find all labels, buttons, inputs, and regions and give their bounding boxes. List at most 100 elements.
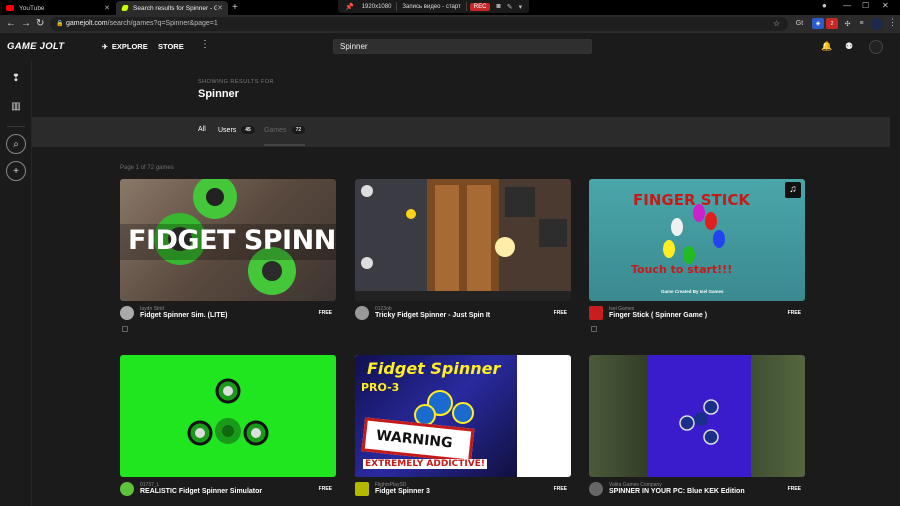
game-thumbnail[interactable]: FINGER STICK Touch to start!!! Game Crea… xyxy=(589,179,805,301)
back-icon[interactable]: ← xyxy=(6,17,16,31)
game-meta: Valira Games Company SPINNER IN YOUR PC:… xyxy=(589,482,805,506)
activity-feed-icon[interactable]: ❢ xyxy=(8,70,24,86)
divider xyxy=(465,2,467,11)
developer-avatar[interactable] xyxy=(120,306,134,320)
windows-platform-icon xyxy=(591,326,597,332)
media-icon[interactable]: ≡ xyxy=(856,18,867,29)
price-badge: FREE xyxy=(787,486,801,492)
game-title[interactable]: Tricky Fidget Spinner - Just Spin It xyxy=(375,312,490,319)
game-title[interactable]: REALISTIC Fidget Spinner Simulator xyxy=(140,488,262,495)
recorder-title: Запись видео - старт xyxy=(402,3,461,10)
developer-avatar[interactable] xyxy=(355,306,369,320)
game-thumbnail[interactable] xyxy=(355,179,571,301)
price-badge: FREE xyxy=(553,486,567,492)
warning-subtext: EXTREMELY ADDICTIVE! xyxy=(363,459,487,469)
search-header: SHOWING RESULTS FOR Spinner xyxy=(32,60,890,117)
page-scrollbar[interactable] xyxy=(890,60,900,506)
compass-icon: ✈ xyxy=(102,43,108,51)
result-type-tabs: All Users 45 Games 72 xyxy=(32,117,890,147)
rec-button[interactable]: REC xyxy=(469,2,491,11)
maximize-icon[interactable]: ☐ xyxy=(862,1,869,10)
pin-icon[interactable]: 📌 xyxy=(342,3,357,11)
blue-spinner-image xyxy=(679,399,719,445)
game-thumbnail[interactable]: Fidget Spinner PRO-3 WARNING EXTREMELY A… xyxy=(355,355,571,477)
developer-avatar[interactable] xyxy=(589,306,603,320)
results-content: Page 1 of 72 games FIDGET SPINNER Iaydn … xyxy=(32,147,890,506)
new-tab-button[interactable]: + xyxy=(232,1,238,14)
fidget-spinner-image xyxy=(187,378,269,446)
game-meta: 0123ob Tricky Fidget Spinner - Just Spin… xyxy=(355,306,571,336)
left-sidebar: ❢ ▥ ⌕ + xyxy=(0,60,32,506)
developer-avatar[interactable] xyxy=(589,482,603,496)
game-title[interactable]: Finger Stick ( Spinner Game ) xyxy=(609,312,707,319)
reload-icon[interactable]: ↻ xyxy=(36,17,44,31)
showing-results-label: SHOWING RESULTS FOR xyxy=(198,79,275,85)
close-tab-icon[interactable]: ✕ xyxy=(104,4,110,12)
user-avatar[interactable] xyxy=(869,40,883,54)
forward-icon[interactable]: → xyxy=(21,17,31,31)
windows-platform-icon xyxy=(122,326,128,332)
search-input[interactable]: Spinner xyxy=(333,39,592,54)
camera-icon[interactable]: ◙ xyxy=(493,3,503,10)
game-meta: Iaydn Strid Fidget Spinner Sim. (LITE) F… xyxy=(120,306,336,336)
tab-label: Users xyxy=(218,126,237,134)
lock-icon[interactable]: 🔒 xyxy=(56,17,63,31)
tab-users[interactable]: Users 45 xyxy=(218,126,255,134)
gamejolt-logo[interactable]: GAME JOLT xyxy=(7,41,64,52)
game-thumbnail[interactable]: FIDGET SPINNER xyxy=(120,179,336,301)
warning-text: WARNING xyxy=(375,427,454,452)
tab-title: Search results for Spinner - Gam xyxy=(133,4,218,12)
music-note-icon: ♫ xyxy=(785,182,801,198)
url-field[interactable]: 🔒 gamejolt.com/search/games?q=Spinner&pa… xyxy=(50,17,788,31)
add-icon[interactable]: + xyxy=(6,161,26,181)
pencil-icon[interactable]: ✎ xyxy=(504,3,516,11)
puzzle-extensions-icon[interactable]: ✣ xyxy=(842,18,853,29)
thumbnail-subtitle: Touch to start!!! xyxy=(631,263,733,276)
profile-avatar[interactable] xyxy=(871,18,883,30)
recording-indicator-icon: ● xyxy=(822,1,827,10)
game-screenshot-image xyxy=(355,179,571,301)
red-extension-icon[interactable]: 2 xyxy=(826,18,838,29)
thumbnail-title: FIDGET SPINNER xyxy=(128,225,336,256)
extension-icon[interactable]: ◈ xyxy=(812,18,824,29)
page-info: Page 1 of 72 games xyxy=(120,165,174,171)
game-thumbnail[interactable] xyxy=(120,355,336,477)
search-icon[interactable]: ⌕ xyxy=(6,134,26,154)
game-thumbnail[interactable] xyxy=(589,355,805,477)
address-bar-row: ← → ↻ 🔒 gamejolt.com/search/games?q=Spin… xyxy=(0,15,900,33)
thumbnail-credit: Game Created By Isel Games xyxy=(661,289,724,294)
game-meta: Isel Games Finger Stick ( Spinner Game )… xyxy=(589,306,805,336)
tab-label: Games xyxy=(264,126,287,134)
minimize-icon[interactable]: — xyxy=(843,1,851,10)
browser-tab-gamejolt[interactable]: Search results for Spinner - Gam ✕ xyxy=(116,1,228,15)
browser-tab-youtube[interactable]: YouTube ✕ xyxy=(0,1,115,15)
more-menu-icon[interactable]: ⋮ xyxy=(200,39,210,50)
close-window-icon[interactable]: ✕ xyxy=(882,1,889,10)
dropdown-icon[interactable]: ▾ xyxy=(516,3,526,11)
browser-menu-icon[interactable]: ⋮ xyxy=(888,17,897,28)
translate-extension-icon[interactable]: Gt xyxy=(794,18,805,29)
developer-avatar[interactable] xyxy=(120,482,134,496)
tab-count-badge: 45 xyxy=(241,126,255,134)
game-title[interactable]: SPINNER IN YOUR PC: Blue KEK Edition xyxy=(609,488,745,495)
game-title[interactable]: Fidget Spinner 3 xyxy=(375,488,430,495)
close-tab-icon[interactable]: ✕ xyxy=(217,4,223,12)
game-title[interactable]: Fidget Spinner Sim. (LITE) xyxy=(140,312,228,319)
bookmark-star-icon[interactable]: ☆ xyxy=(773,17,780,31)
price-badge: FREE xyxy=(318,486,332,492)
active-tab-underline xyxy=(264,144,306,146)
explore-link[interactable]: ✈ EXPLORE xyxy=(102,42,148,51)
explore-label: EXPLORE xyxy=(111,42,148,51)
gamejolt-favicon-icon xyxy=(121,5,129,11)
tab-count-badge: 72 xyxy=(291,126,306,134)
library-icon[interactable]: ▥ xyxy=(8,98,24,114)
tab-games[interactable]: Games 72 xyxy=(264,126,306,146)
finger-spinner-image xyxy=(663,204,725,264)
notifications-bell-icon[interactable]: 🔔 xyxy=(821,41,832,52)
friends-icon[interactable]: ⚉ xyxy=(845,41,853,52)
store-link[interactable]: STORE xyxy=(158,42,184,51)
developer-avatar[interactable] xyxy=(355,482,369,496)
game-meta: FlightsPlaySD Fidget Spinner 3 FREE xyxy=(355,482,571,506)
tab-all[interactable]: All xyxy=(198,126,206,133)
tab-title: YouTube xyxy=(19,4,45,12)
